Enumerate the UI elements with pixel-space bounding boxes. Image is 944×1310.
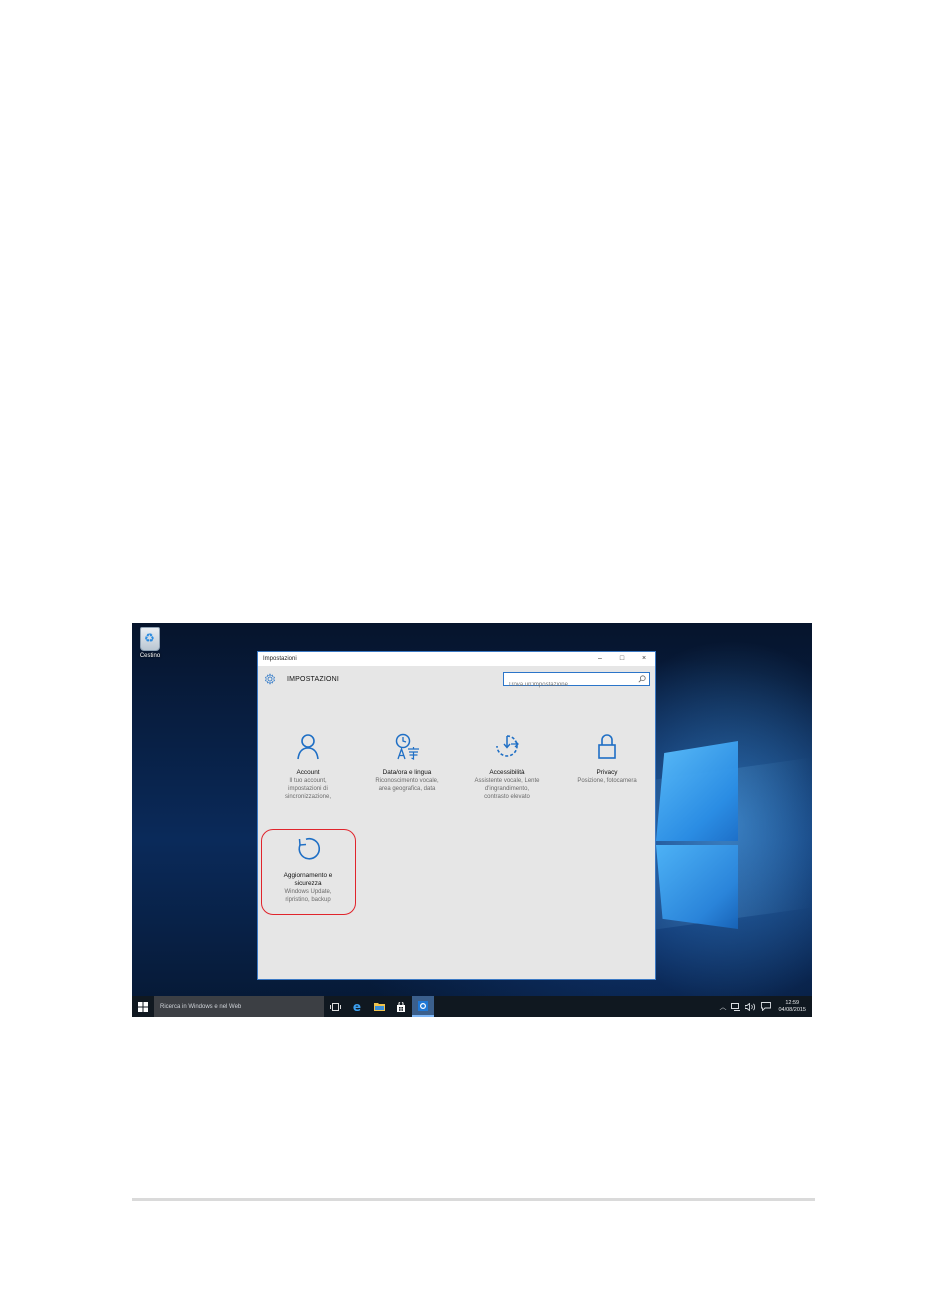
edge-button[interactable]: e [346, 996, 368, 1017]
settings-header: IMPOSTAZIONI [258, 666, 655, 694]
folder-icon [373, 1003, 385, 1011]
tile-description: Riconoscimento vocale, [375, 778, 439, 784]
store-button[interactable] [390, 996, 412, 1017]
search-icon[interactable] [638, 675, 646, 683]
windows-logo-pane [656, 845, 738, 929]
recycle-bin-shortcut[interactable]: Cestino [136, 627, 164, 659]
tile-account[interactable]: Account Il tuo account, impostazioni di … [266, 732, 350, 801]
edge-icon: e [352, 999, 362, 1014]
recycle-bin-label: Cestino [139, 653, 161, 659]
tile-description: impostazioni di [288, 786, 328, 792]
close-button[interactable]: × [633, 652, 655, 666]
system-tray: ︿ 12:59 04/08/2015 [716, 996, 812, 1017]
tile-title: Accessibilità [489, 769, 525, 776]
start-button[interactable] [132, 996, 154, 1017]
tile-title: Privacy [596, 769, 618, 776]
clock-language-icon [395, 733, 419, 760]
tile-description: area geografica, data [378, 786, 436, 792]
tile-accessibility[interactable]: Accessibilità Assistente vocale, Lente d… [465, 732, 549, 801]
clock-time: 12:59 [785, 999, 800, 1006]
maximize-button[interactable]: □ [611, 652, 633, 666]
file-explorer-button[interactable] [368, 996, 390, 1017]
tile-time-language[interactable]: Data/ora e lingua Riconoscimento vocale,… [365, 732, 449, 793]
tile-description: contrasto elevato [484, 794, 530, 800]
tile-description: sincronizzazione, [284, 794, 332, 800]
window-titlebar[interactable]: Impostazioni – □ × [258, 652, 655, 666]
taskbar-clock[interactable]: 12:59 04/08/2015 [774, 1000, 812, 1014]
settings-window: Impostazioni – □ × IMPOSTAZIONI Trova un… [257, 651, 656, 980]
gear-icon [418, 1000, 428, 1011]
volume-icon[interactable] [745, 1002, 756, 1011]
settings-taskbar-button[interactable] [412, 996, 434, 1017]
clock-date: 04/08/2015 [778, 1006, 806, 1013]
settings-search-box[interactable] [503, 672, 650, 691]
tile-description: Il tuo account, [289, 778, 327, 784]
page-title: IMPOSTAZIONI [287, 676, 340, 683]
desktop-screenshot: Cestino Impostazioni – □ × IMPOSTAZIONI [132, 623, 812, 1017]
store-bag-icon [397, 1001, 405, 1012]
person-icon [297, 734, 319, 760]
tile-title: Account [296, 769, 320, 776]
tile-description: Posizione, fotocamera [577, 778, 637, 784]
footer-divider [132, 1198, 815, 1201]
tile-title: Data/ora e lingua [382, 769, 432, 776]
recycle-bin-icon [140, 627, 160, 651]
task-view-icon [329, 1002, 341, 1011]
windows-logo-icon [138, 1001, 148, 1012]
gear-icon [265, 673, 275, 685]
search-input[interactable] [504, 679, 634, 691]
taskbar: Ricerca in Windows e nel Web e ︿ 12:59 0… [132, 996, 812, 1017]
highlight-circle [261, 829, 356, 915]
window-title: Impostazioni [263, 656, 297, 662]
minimize-button[interactable]: – [589, 652, 611, 666]
taskbar-search-text: Ricerca in Windows e nel Web [160, 1003, 242, 1010]
task-view-button[interactable] [324, 996, 346, 1017]
windows-logo-pane [656, 741, 738, 841]
tile-privacy[interactable]: Privacy Posizione, fotocamera [565, 732, 649, 785]
notifications-icon[interactable] [761, 1002, 772, 1011]
tile-description: d'ingrandimento, [484, 786, 530, 792]
network-icon[interactable] [731, 1002, 741, 1011]
tile-description: Assistente vocale, Lente [474, 778, 540, 784]
chevron-up-icon[interactable]: ︿ [716, 1002, 729, 1012]
taskbar-search-box[interactable]: Ricerca in Windows e nel Web [154, 996, 324, 1017]
accessibility-icon [496, 735, 519, 757]
lock-icon [598, 734, 616, 759]
